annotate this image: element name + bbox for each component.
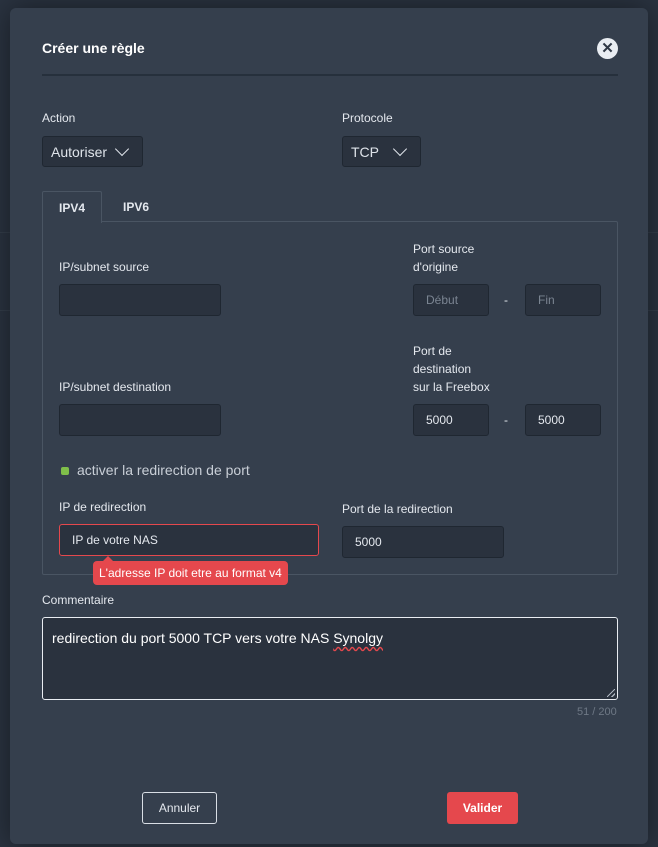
protocol-label: Protocole — [342, 111, 393, 125]
dialog-title: Créer une règle — [42, 40, 145, 56]
source-port-label-2: d'origine — [413, 260, 458, 274]
protocol-value: TCP — [351, 143, 379, 160]
tab-ipv4[interactable]: IPV4 — [42, 191, 102, 223]
dest-port-label-2: destination — [413, 362, 472, 376]
action-value: Autoriser — [51, 143, 108, 160]
resize-handle-icon[interactable] — [607, 689, 615, 697]
source-ip-input[interactable] — [59, 284, 221, 316]
dest-port-end-input[interactable]: 5000 — [525, 404, 601, 436]
range-dash: - — [504, 293, 508, 307]
protocol-select[interactable]: TCP — [342, 136, 421, 167]
redirect-ip-label: IP de redirection — [59, 500, 147, 514]
action-label: Action — [42, 111, 76, 125]
dest-port-start-input[interactable]: 5000 — [413, 404, 489, 436]
redirect-checkbox-label[interactable]: activer la redirection de port — [77, 462, 250, 478]
dest-ip-input[interactable] — [59, 404, 221, 436]
ip-error-tooltip: L'adresse IP doit etre au format v4 — [93, 556, 288, 585]
source-port-end-input[interactable]: Fin — [525, 284, 601, 316]
dest-port-label-1: Port de — [413, 344, 452, 358]
dest-ip-label: IP/subnet destination — [59, 380, 172, 394]
source-ip-label: IP/subnet source — [59, 260, 150, 274]
redirect-ip-input[interactable]: IP de votre NAS — [59, 524, 319, 556]
submit-button[interactable]: Valider — [447, 792, 518, 824]
char-counter: 51 / 200 — [577, 706, 617, 718]
close-icon[interactable]: ✕ — [597, 38, 618, 59]
dest-port-label-3: sur la Freebox — [413, 380, 490, 394]
comment-textarea[interactable]: redirection du port 5000 TCP vers votre … — [42, 617, 618, 700]
cancel-button[interactable]: Annuler — [142, 792, 217, 824]
comment-label: Commentaire — [42, 593, 115, 607]
create-rule-dialog: Créer une règle ✕ Action Autoriser Proto… — [10, 8, 648, 844]
source-port-start-input[interactable]: Début — [413, 284, 489, 316]
redirect-checkbox[interactable] — [61, 467, 69, 475]
tab-ipv6[interactable]: IPV6 — [106, 191, 166, 223]
chevron-down-icon — [392, 141, 408, 157]
redirect-port-label: Port de la redirection — [342, 502, 453, 516]
comment-text: redirection du port 5000 TCP vers votre … — [52, 630, 334, 646]
title-divider — [42, 74, 618, 76]
action-select[interactable]: Autoriser — [42, 136, 143, 167]
range-dash: - — [504, 413, 508, 427]
redirect-port-input[interactable]: 5000 — [342, 526, 504, 558]
chevron-down-icon — [114, 141, 130, 157]
source-port-label-1: Port source — [413, 242, 475, 256]
misspelled-word: Synolgy — [333, 630, 383, 646]
